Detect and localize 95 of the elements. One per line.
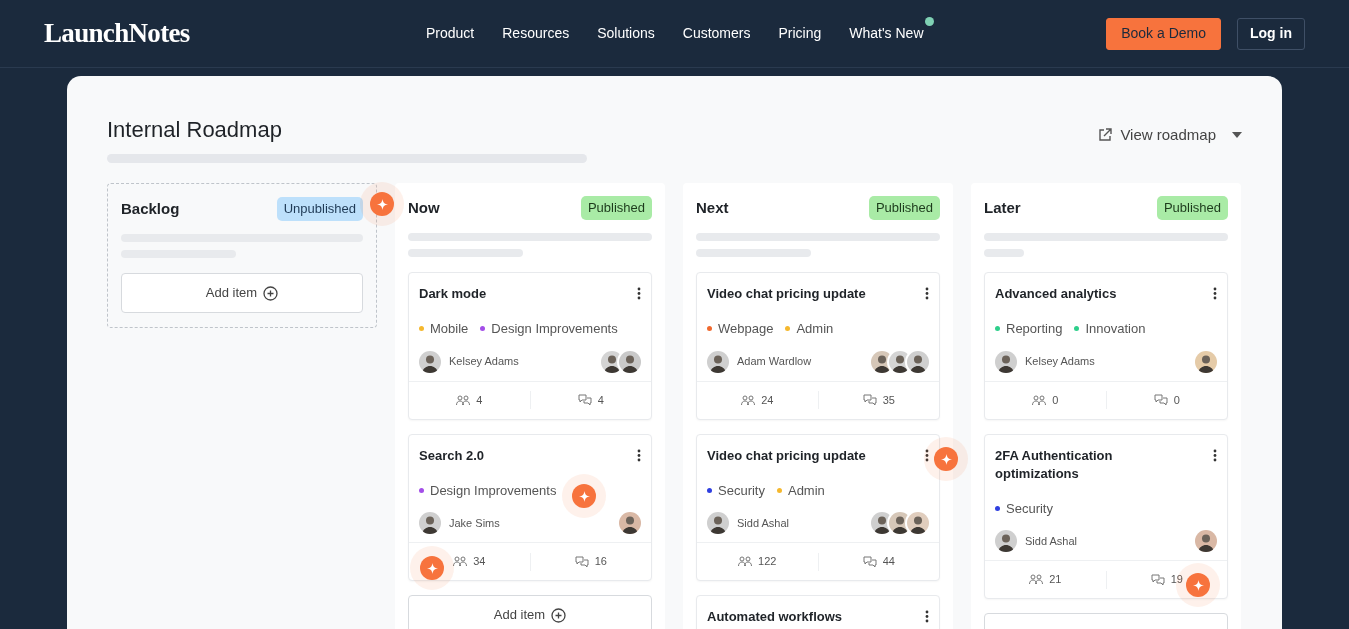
nav-link[interactable]: What's New: [849, 25, 924, 41]
sparkle-icon[interactable]: [562, 474, 606, 518]
avatar: [419, 350, 441, 373]
status-badge: Published: [868, 196, 940, 220]
nav-link[interactable]: Resources: [502, 25, 570, 41]
tag-label: Mobile: [430, 320, 469, 338]
comments-icon: [577, 394, 592, 406]
status-badge: Published: [580, 196, 652, 220]
comments-icon: [574, 555, 589, 568]
comment-count: 4: [597, 392, 604, 408]
card-title: Video chat pricing update: [707, 285, 866, 303]
avatar: [707, 512, 729, 534]
owner-name: Sidd Ashal: [737, 515, 789, 531]
avatar: [995, 350, 1017, 373]
avatar: [995, 530, 1017, 552]
tag-label: Webpage: [718, 320, 774, 338]
more-options-icon[interactable]: [925, 287, 929, 300]
card-title: Automated workflows: [707, 608, 843, 626]
external-link-icon: [1098, 128, 1113, 143]
logo[interactable]: LaunchNotes: [44, 13, 426, 54]
plus-circle-icon: [551, 607, 567, 623]
sparkle-icon[interactable]: [410, 546, 454, 590]
roadmap-card[interactable]: Advanced analytics Reporting Innovation Kelsey Adams 0 0: [984, 272, 1228, 420]
tag-label: Admin: [787, 481, 825, 500]
tag-label: Innovation: [1085, 320, 1146, 338]
column-title: Backlog: [121, 198, 180, 219]
nav-link[interactable]: Solutions: [597, 25, 655, 41]
comments-icon: [1150, 573, 1165, 586]
card-title: Advanced analytics: [995, 285, 1117, 303]
status-badge: Unpublished: [276, 197, 363, 221]
nav-link[interactable]: Customers: [682, 25, 751, 41]
roadmap-title: Internal Roadmap: [107, 116, 283, 144]
roadmap-card[interactable]: Automated workflows: [696, 595, 940, 629]
nav-link[interactable]: Product: [426, 25, 475, 41]
vote-count: 34: [473, 554, 486, 570]
owner-name: Kelsey Adams: [1025, 354, 1095, 370]
more-options-icon[interactable]: [1213, 287, 1217, 300]
comments-icon: [862, 394, 877, 406]
status-badge: Published: [1156, 196, 1228, 220]
card-title: 2FA Authentication optimizations: [995, 446, 1114, 483]
book-demo-button[interactable]: Book a Demo: [1106, 17, 1221, 50]
comments-icon: [862, 555, 877, 568]
owner-name: Jake Sims: [449, 515, 500, 531]
people-icon: [1029, 574, 1044, 585]
comments-icon: [1153, 394, 1168, 406]
people-icon: [1032, 394, 1047, 406]
vote-count: 24: [761, 392, 774, 408]
add-item-button[interactable]: Add item: [408, 595, 652, 629]
nav-link[interactable]: Pricing: [778, 25, 822, 41]
tag-label: Design Improvements: [430, 481, 557, 500]
add-item-button[interactable]: Add item: [121, 273, 363, 313]
tag-label: Security: [1006, 499, 1053, 518]
plus-circle-icon: [263, 285, 279, 301]
vote-count: 4: [476, 392, 483, 408]
more-options-icon[interactable]: [925, 610, 929, 623]
comment-count: 35: [882, 392, 895, 408]
tag-label: Admin: [796, 320, 834, 338]
card-title: Dark mode: [419, 285, 487, 303]
owner-name: Sidd Ashal: [1025, 533, 1077, 549]
more-options-icon[interactable]: [637, 448, 641, 462]
column-title: Next: [696, 197, 729, 218]
comment-count: 0: [1173, 392, 1180, 408]
roadmap-card[interactable]: Video chat pricing update Webpage Admin Adam Wardlow 24 35: [696, 272, 940, 420]
tag-label: Reporting: [1006, 320, 1063, 338]
tag-label: Security: [718, 481, 765, 500]
login-button[interactable]: Log in: [1237, 17, 1305, 50]
vote-count: 122: [758, 554, 777, 570]
comment-count: 44: [882, 554, 895, 570]
roadmap-card[interactable]: Video chat pricing update Security Admin Sidd Ashal 122 44: [696, 433, 940, 581]
column-title: Now: [408, 197, 440, 218]
more-options-icon[interactable]: [1213, 448, 1217, 462]
avatar: [419, 512, 441, 534]
roadmap-card[interactable]: 2FA Authentication optimizations Security Sidd Ashal 21 19: [984, 433, 1228, 599]
owner-name: Adam Wardlow: [737, 354, 812, 370]
people-icon: [456, 394, 471, 406]
vote-count: 0: [1052, 392, 1059, 408]
sparkle-icon[interactable]: [360, 182, 404, 226]
more-options-icon[interactable]: [637, 287, 641, 300]
tag-label: Design Improvements: [491, 320, 618, 338]
people-icon: [741, 394, 756, 406]
roadmap-card[interactable]: Dark mode Mobile Design Improvements Kelsey Adams 4 4: [408, 272, 652, 420]
comment-count: 19: [1170, 572, 1183, 588]
comment-count: 16: [594, 554, 607, 570]
card-title: Video chat pricing update: [707, 446, 866, 465]
column-title: Later: [984, 197, 1021, 218]
people-icon: [738, 556, 753, 567]
caret-down-icon: [1232, 132, 1242, 139]
roadmap-card[interactable]: Search 2.0 Design Improvements Jake Sims 34 16: [408, 433, 652, 581]
card-title: Search 2.0: [419, 446, 485, 465]
vote-count: 21: [1049, 572, 1062, 588]
owner-name: Kelsey Adams: [449, 354, 519, 370]
more-options-icon[interactable]: [925, 448, 929, 462]
people-icon: [453, 556, 468, 567]
avatar: [707, 350, 729, 373]
view-roadmap-button[interactable]: View roadmap: [1098, 124, 1242, 147]
